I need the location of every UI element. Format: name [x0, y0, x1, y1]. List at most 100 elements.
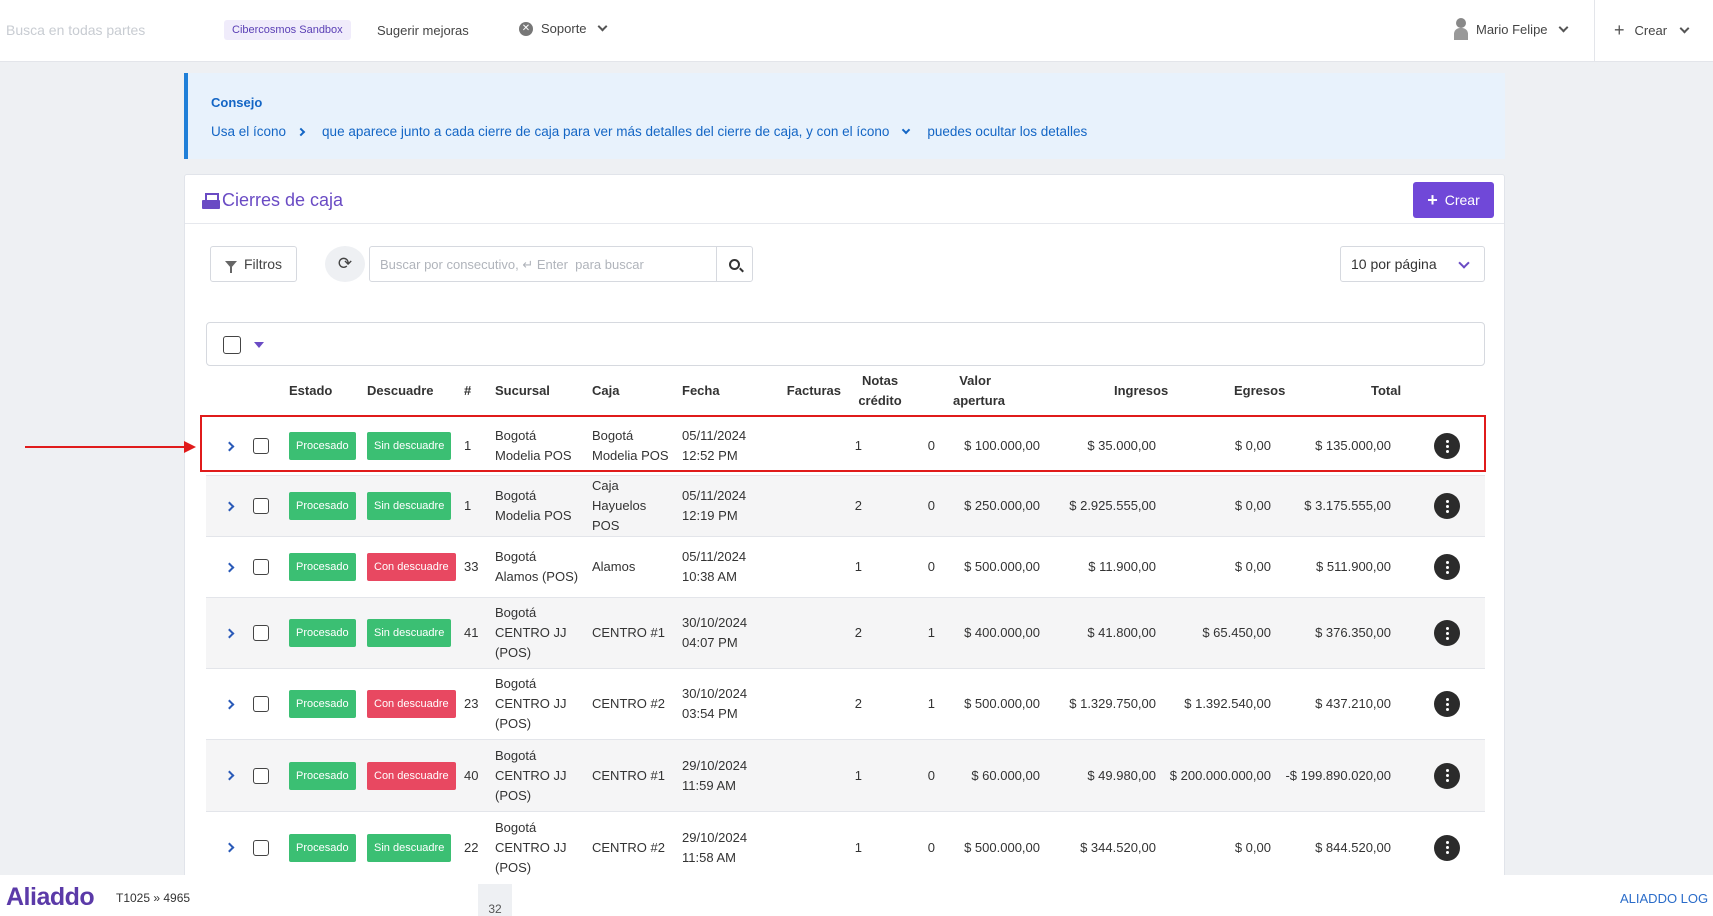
expand-row-button[interactable]	[222, 598, 236, 668]
column-header-valor-apertura[interactable]: Valor apertura	[925, 366, 1005, 416]
global-search-input[interactable]: Busca en todas partes	[6, 22, 145, 38]
expand-row-button[interactable]	[222, 537, 236, 597]
cell-line: 12:52 PM	[682, 448, 738, 463]
column-header-fecha[interactable]: Fecha	[682, 366, 742, 416]
row-checkbox[interactable]	[253, 498, 269, 514]
suggest-improvements-link[interactable]: Sugerir mejoras	[377, 23, 469, 38]
header-line: crédito	[858, 393, 902, 408]
chevron-right-icon	[296, 127, 306, 136]
support-menu[interactable]: ✕ Soporte	[519, 21, 607, 36]
column-header-sucursal[interactable]: Sucursal	[495, 366, 575, 416]
cell-line: Bogotá	[495, 488, 537, 503]
search-icon	[729, 258, 740, 270]
chevron-right-icon	[224, 628, 234, 638]
create-button[interactable]: + Crear	[1413, 182, 1494, 218]
refresh-button[interactable]: ⟳	[325, 246, 365, 282]
column-header-facturas[interactable]: Facturas	[745, 366, 841, 416]
row-checkbox[interactable]	[253, 559, 269, 575]
tip-text-part: puedes ocultar los detalles	[927, 124, 1088, 139]
expand-row-button[interactable]	[222, 669, 236, 739]
row-actions-menu-button[interactable]	[1434, 762, 1460, 789]
fecha-cell: 05/11/2024 10:38 AM	[682, 537, 772, 597]
footer: Aliaddo T1025 » 4965 32 ALIADDO LOG	[0, 875, 1713, 916]
expand-row-button[interactable]	[222, 476, 236, 536]
bulk-actions-dropdown-icon[interactable]	[254, 342, 264, 348]
cell-line: Modelia POS	[495, 448, 572, 463]
cell-line: 11:58 AM	[682, 849, 736, 865]
table-row[interactable]: Procesado Con descuadre 33 Bogotá Alamos …	[206, 536, 1485, 597]
row-actions-cell	[1434, 598, 1460, 668]
cell-line: (POS)	[495, 787, 532, 803]
user-menu[interactable]: Mario Felipe	[1454, 18, 1568, 40]
estado-cell: Procesado	[289, 537, 359, 597]
row-checkbox-cell	[253, 812, 271, 883]
search-input[interactable]	[370, 247, 716, 281]
row-checkbox[interactable]	[253, 438, 269, 454]
row-checkbox-cell	[253, 740, 271, 811]
chevron-right-icon	[224, 501, 234, 511]
row-checkbox[interactable]	[253, 767, 269, 784]
descuadre-badge: Con descuadre	[367, 761, 456, 790]
column-header-ingresos[interactable]: Ingresos	[1114, 366, 1184, 416]
table-row[interactable]: Procesado Sin descuadre 22 Bogotá CENTRO …	[206, 811, 1485, 883]
column-header-estado[interactable]: Estado	[289, 366, 349, 416]
tip-banner: Consejo Usa el ícono que aparece junto a…	[184, 73, 1505, 159]
row-checkbox[interactable]	[253, 625, 269, 641]
row-checkbox[interactable]	[253, 839, 269, 856]
caja-cell: CENTRO #1	[592, 598, 677, 668]
row-actions-menu-button[interactable]	[1434, 834, 1460, 861]
status-badge: Procesado	[289, 833, 356, 862]
table-row[interactable]: Procesado Sin descuadre 1 Bogotá Modelia …	[206, 475, 1485, 536]
caja-cell: Bogotá Modelia POS	[592, 417, 677, 475]
row-actions-cell	[1434, 740, 1460, 811]
per-page-select[interactable]: 10 por página	[1340, 246, 1485, 282]
table-row[interactable]: Procesado Sin descuadre 41 Bogotá CENTRO …	[206, 597, 1485, 668]
environment-badge[interactable]: Cibercosmos Sandbox	[224, 20, 351, 40]
table-row[interactable]: Procesado Con descuadre 23 Bogotá CENTRO …	[206, 668, 1485, 739]
total-cell: $ 511.900,00	[1316, 559, 1391, 574]
egresos-cell: $ 200.000.000,00	[1169, 767, 1271, 783]
cash-closings-card: Cierres de caja + Crear Filtros ⟳ 10 por…	[184, 174, 1505, 916]
chevron-down-icon	[1458, 257, 1470, 269]
expand-row-button[interactable]	[222, 417, 236, 475]
caja-cell: Caja Hayuelos POS	[592, 476, 677, 536]
user-name: Mario Felipe	[1476, 21, 1548, 37]
table-row[interactable]: Procesado Con descuadre 40 Bogotá CENTRO …	[206, 739, 1485, 811]
total-cell: -$ 199.890.020,00	[1285, 767, 1391, 783]
row-actions-menu-button[interactable]	[1434, 554, 1460, 580]
row-actions-menu-button[interactable]	[1434, 493, 1460, 519]
column-header-number[interactable]: #	[464, 366, 484, 416]
expand-row-button[interactable]	[222, 740, 236, 811]
tip-text: Usa el ícono que aparece junto a cada ci…	[211, 124, 1087, 139]
sucursal-cell: Bogotá CENTRO JJ (POS)	[495, 669, 590, 739]
cell-line: 04:07 PM	[682, 635, 738, 650]
row-checkbox[interactable]	[253, 696, 269, 712]
support-icon: ✕	[519, 21, 533, 36]
plus-icon: +	[1614, 20, 1625, 40]
aliaddo-log-link[interactable]: ALIADDO LOG	[1620, 891, 1708, 906]
select-all-checkbox[interactable]	[223, 336, 241, 354]
notas-credito-cell: 0	[927, 559, 935, 574]
search-button[interactable]	[716, 247, 752, 281]
row-actions-menu-button[interactable]	[1434, 433, 1460, 459]
number-cell: 41	[464, 625, 479, 640]
filters-button[interactable]: Filtros	[210, 246, 297, 282]
tip-title: Consejo	[211, 95, 263, 110]
column-header-caja[interactable]: Caja	[592, 366, 652, 416]
expand-row-button[interactable]	[222, 812, 236, 883]
column-header-descuadre[interactable]: Descuadre	[367, 366, 437, 416]
tip-text-part: que aparece junto a cada cierre de caja …	[322, 124, 890, 139]
create-menu[interactable]: + Crear	[1614, 20, 1690, 41]
ingresos-cell: $ 41.800,00	[1087, 625, 1156, 640]
support-label: Soporte	[541, 21, 587, 36]
ingresos-cell: $ 2.925.555,00	[1069, 498, 1156, 513]
row-actions-menu-button[interactable]	[1434, 620, 1460, 646]
table-row[interactable]: Procesado Sin descuadre 1 Bogotá Modelia …	[206, 416, 1485, 475]
column-header-total[interactable]: Total	[1371, 366, 1411, 416]
caja-cell: CENTRO #1	[592, 740, 677, 811]
header-line: apertura	[952, 393, 1005, 408]
row-actions-menu-button[interactable]	[1434, 691, 1460, 717]
column-header-notas-credito[interactable]: Notas crédito	[845, 366, 915, 416]
arrow-head	[184, 441, 196, 453]
column-header-egresos[interactable]: Egresos	[1234, 366, 1294, 416]
